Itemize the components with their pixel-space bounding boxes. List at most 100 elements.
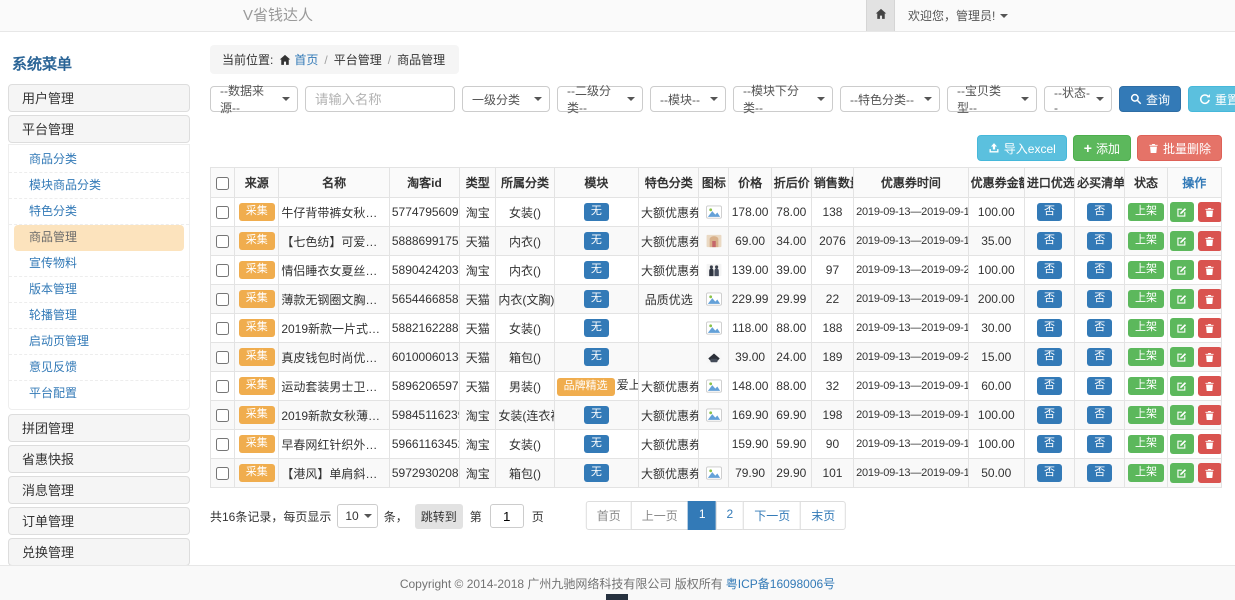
import-select-toggle[interactable]: 否	[1037, 319, 1062, 337]
import-select-toggle[interactable]: 否	[1037, 464, 1062, 482]
sidebar-section-4[interactable]: 消息管理	[8, 476, 190, 504]
home-button[interactable]	[866, 0, 895, 31]
row-checkbox[interactable]	[216, 351, 229, 364]
must-buy-toggle[interactable]: 否	[1087, 203, 1112, 221]
filter-select-4[interactable]: --模块下分类--	[733, 86, 833, 112]
sidebar-item[interactable]: 商品管理	[14, 225, 184, 251]
filter-select-3[interactable]: --模块--	[650, 86, 726, 112]
delete-button[interactable]	[1198, 231, 1222, 251]
user-menu[interactable]: 欢迎您，管理员!	[908, 7, 1008, 24]
delete-button[interactable]	[1198, 463, 1222, 483]
per-page-select[interactable]: 10	[337, 504, 377, 528]
import-select-toggle[interactable]: 否	[1037, 406, 1062, 424]
edit-button[interactable]	[1170, 318, 1194, 338]
sidebar-item[interactable]: 模块商品分类	[9, 173, 189, 199]
row-checkbox[interactable]	[216, 322, 229, 335]
delete-button[interactable]	[1198, 318, 1222, 338]
add-button[interactable]: + 添加	[1073, 135, 1131, 161]
status-badge[interactable]: 上架	[1128, 464, 1164, 482]
row-checkbox[interactable]	[216, 206, 229, 219]
must-buy-toggle[interactable]: 否	[1087, 319, 1112, 337]
status-badge[interactable]: 上架	[1128, 348, 1164, 366]
row-checkbox[interactable]	[216, 293, 229, 306]
sidebar-section-5[interactable]: 订单管理	[8, 507, 190, 535]
filter-select-5[interactable]: --特色分类--	[840, 86, 940, 112]
import-select-toggle[interactable]: 否	[1037, 203, 1062, 221]
filter-select-0[interactable]: --数据来源--	[210, 86, 298, 112]
import-select-toggle[interactable]: 否	[1037, 435, 1062, 453]
row-checkbox[interactable]	[216, 380, 229, 393]
filter-select-6[interactable]: --宝贝类型--	[947, 86, 1037, 112]
sidebar-item[interactable]: 版本管理	[9, 277, 189, 303]
delete-button[interactable]	[1198, 376, 1222, 396]
status-badge[interactable]: 上架	[1128, 261, 1164, 279]
status-badge[interactable]: 上架	[1128, 435, 1164, 453]
sidebar-item[interactable]: 特色分类	[9, 199, 189, 225]
edit-button[interactable]	[1170, 231, 1194, 251]
row-checkbox[interactable]	[216, 235, 229, 248]
import-select-toggle[interactable]: 否	[1037, 261, 1062, 279]
filter-select-2[interactable]: --二级分类--	[557, 86, 643, 112]
must-buy-toggle[interactable]: 否	[1087, 290, 1112, 308]
must-buy-toggle[interactable]: 否	[1087, 261, 1112, 279]
page-button[interactable]: 上一页	[631, 501, 689, 530]
jump-page-input[interactable]	[490, 504, 524, 528]
page-button[interactable]: 末页	[800, 501, 846, 530]
delete-button[interactable]	[1198, 289, 1222, 309]
must-buy-toggle[interactable]: 否	[1087, 377, 1112, 395]
row-checkbox[interactable]	[216, 467, 229, 480]
import-select-toggle[interactable]: 否	[1037, 377, 1062, 395]
breadcrumb-home-link[interactable]: 首页	[279, 51, 318, 68]
status-badge[interactable]: 上架	[1128, 377, 1164, 395]
reset-button[interactable]: 重置	[1188, 86, 1235, 112]
edit-button[interactable]	[1170, 260, 1194, 280]
filter-select-1[interactable]: 一级分类	[462, 86, 550, 112]
sidebar-item[interactable]: 意见反馈	[9, 355, 189, 381]
edit-button[interactable]	[1170, 463, 1194, 483]
sidebar-section-2[interactable]: 拼团管理	[8, 414, 190, 442]
sidebar-section-0[interactable]: 用户管理	[8, 84, 190, 112]
must-buy-toggle[interactable]: 否	[1087, 348, 1112, 366]
edit-button[interactable]	[1170, 289, 1194, 309]
row-checkbox[interactable]	[216, 438, 229, 451]
page-button[interactable]: 2	[716, 501, 745, 530]
sidebar-section-6[interactable]: 兑换管理	[8, 538, 190, 566]
delete-button[interactable]	[1198, 434, 1222, 454]
edit-button[interactable]	[1170, 347, 1194, 367]
sidebar-item[interactable]: 平台配置	[9, 381, 189, 407]
import-select-toggle[interactable]: 否	[1037, 232, 1062, 250]
page-button[interactable]: 下一页	[743, 501, 801, 530]
delete-button[interactable]	[1198, 347, 1222, 367]
edit-button[interactable]	[1170, 405, 1194, 425]
page-button[interactable]: 1	[688, 501, 717, 530]
search-button[interactable]: 查询	[1119, 86, 1181, 112]
edit-button[interactable]	[1170, 202, 1194, 222]
status-badge[interactable]: 上架	[1128, 203, 1164, 221]
sidebar-item[interactable]: 宣传物料	[9, 251, 189, 277]
select-all-checkbox[interactable]	[216, 177, 229, 190]
row-checkbox[interactable]	[216, 409, 229, 422]
page-button[interactable]: 首页	[586, 501, 632, 530]
sidebar-item[interactable]: 商品分类	[9, 147, 189, 173]
batch-delete-button[interactable]: 批量删除	[1137, 135, 1222, 161]
delete-button[interactable]	[1198, 202, 1222, 222]
import-excel-button[interactable]: 导入excel	[977, 135, 1067, 161]
import-select-toggle[interactable]: 否	[1037, 290, 1062, 308]
edit-button[interactable]	[1170, 376, 1194, 396]
status-badge[interactable]: 上架	[1128, 319, 1164, 337]
delete-button[interactable]	[1198, 405, 1222, 425]
filter-select-7[interactable]: --状态--	[1044, 86, 1112, 112]
status-badge[interactable]: 上架	[1128, 406, 1164, 424]
jump-button[interactable]: 跳转到	[415, 504, 463, 529]
sidebar-item[interactable]: 启动页管理	[9, 329, 189, 355]
row-checkbox[interactable]	[216, 264, 229, 277]
sidebar-item[interactable]: 轮播管理	[9, 303, 189, 329]
sidebar-section-3[interactable]: 省惠快报	[8, 445, 190, 473]
status-badge[interactable]: 上架	[1128, 232, 1164, 250]
must-buy-toggle[interactable]: 否	[1087, 464, 1112, 482]
sidebar-section-1[interactable]: 平台管理	[8, 115, 190, 143]
must-buy-toggle[interactable]: 否	[1087, 232, 1112, 250]
status-badge[interactable]: 上架	[1128, 290, 1164, 308]
must-buy-toggle[interactable]: 否	[1087, 406, 1112, 424]
must-buy-toggle[interactable]: 否	[1087, 435, 1112, 453]
